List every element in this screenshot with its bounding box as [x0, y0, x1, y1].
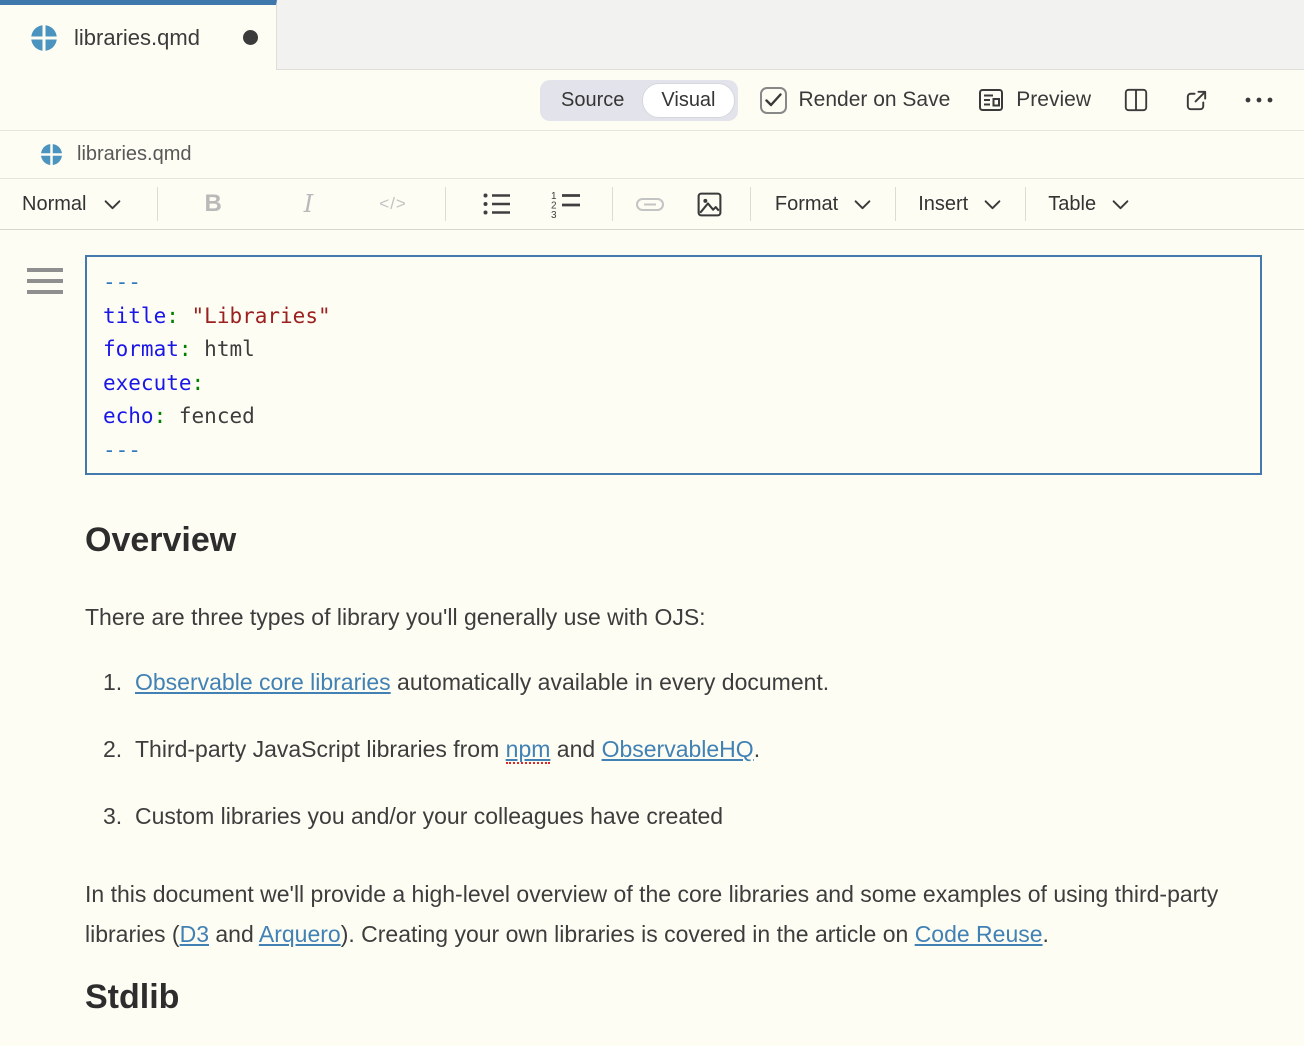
chevron-down-icon — [984, 199, 1001, 210]
insert-menu[interactable]: Insert — [918, 193, 1001, 216]
chevron-down-icon — [104, 199, 121, 210]
source-toggle-button[interactable]: Source — [543, 84, 642, 117]
yaml-line: --- — [103, 266, 1244, 300]
formatting-toolbar: Normal B I </> 1 2 3 — [0, 179, 1304, 230]
list-item: 1.Observable core libraries automaticall… — [85, 668, 1262, 696]
list-item: 2.Third-party JavaScript libraries from … — [85, 735, 1262, 763]
list-number: 1. — [103, 668, 135, 696]
toolbar-divider — [895, 187, 896, 221]
render-on-save-label: Render on Save — [799, 88, 951, 112]
tab-bar: libraries.qmd — [0, 0, 1304, 70]
table-menu[interactable]: Table — [1048, 193, 1129, 216]
toolbar-divider — [157, 187, 158, 221]
doc-link[interactable]: ObservableHQ — [602, 736, 754, 762]
more-ellipsis-icon — [1244, 96, 1274, 104]
preview-icon — [976, 86, 1006, 114]
insert-menu-label: Insert — [918, 193, 968, 216]
ordered-list-button[interactable]: 1 2 3 — [550, 190, 582, 218]
chevron-down-icon — [854, 199, 871, 210]
yaml-line: format: html — [103, 333, 1244, 367]
doc-link[interactable]: D3 — [180, 921, 209, 947]
drag-handle-icon[interactable] — [27, 268, 63, 301]
breadcrumb: libraries.qmd — [0, 131, 1304, 179]
toolbar-divider — [1025, 187, 1026, 221]
source-visual-toggle: Source Visual — [540, 80, 738, 121]
ordered-list-icon: 1 2 3 — [550, 190, 582, 218]
italic-button[interactable]: I — [304, 190, 313, 218]
open-external-button[interactable] — [1183, 87, 1210, 114]
link-icon — [635, 190, 665, 218]
more-options-button[interactable] — [1244, 96, 1274, 104]
format-menu-label: Format — [775, 193, 838, 216]
paragraph-style-dropdown[interactable]: Normal — [22, 193, 121, 216]
code-button[interactable]: </> — [379, 194, 407, 214]
doc-ordered-list: 1.Observable core libraries automaticall… — [85, 668, 1262, 830]
list-item-text: Observable core libraries automatically … — [135, 668, 829, 696]
tab-bar-empty-area — [277, 0, 1304, 70]
list-number: 2. — [103, 735, 135, 763]
split-pane-button[interactable] — [1123, 87, 1149, 113]
quarto-icon — [30, 24, 58, 52]
doc-link[interactable]: Code Reuse — [915, 921, 1043, 947]
list-number: 3. — [103, 802, 135, 830]
preview-label: Preview — [1016, 88, 1091, 112]
yaml-line: echo: fenced — [103, 400, 1244, 434]
tab-title: libraries.qmd — [74, 25, 227, 51]
image-icon — [695, 190, 724, 219]
toolbar-divider — [612, 187, 613, 221]
render-on-save-checkbox[interactable] — [760, 87, 787, 114]
toolbar-divider — [445, 187, 446, 221]
editor-toolbar: Source Visual Render on Save Preview — [0, 70, 1304, 131]
list-item: 3.Custom libraries you and/or your colle… — [85, 802, 1262, 830]
yaml-line: execute: — [103, 367, 1244, 401]
closing-paragraph: In this document we'll provide a high-le… — [85, 874, 1235, 954]
external-link-icon — [1183, 87, 1210, 114]
chevron-down-icon — [1112, 199, 1129, 210]
checkbox-check-icon — [765, 93, 782, 107]
modified-dot — [243, 30, 258, 45]
preview-button[interactable]: Preview — [976, 86, 1091, 114]
yaml-metadata-block[interactable]: ---title: "Libraries"format: htmlexecute… — [85, 255, 1262, 475]
paragraph-style-value: Normal — [22, 193, 86, 216]
image-button[interactable] — [695, 190, 724, 219]
doc-link[interactable]: Observable core libraries — [135, 669, 391, 695]
file-tab[interactable]: libraries.qmd — [0, 0, 277, 70]
yaml-line: --- — [103, 434, 1244, 468]
bullet-list-button[interactable] — [482, 191, 512, 217]
list-item-text: Custom libraries you and/or your colleag… — [135, 802, 723, 830]
link-button[interactable] — [635, 190, 665, 218]
toolbar-divider — [750, 187, 751, 221]
quarto-icon — [40, 143, 63, 166]
svg-text:3: 3 — [551, 210, 557, 218]
split-pane-icon — [1123, 87, 1149, 113]
breadcrumb-file-name[interactable]: libraries.qmd — [77, 143, 191, 166]
yaml-line: title: "Libraries" — [103, 300, 1244, 334]
list-item-text: Third-party JavaScript libraries from np… — [135, 735, 760, 763]
bullet-list-icon — [482, 191, 512, 217]
intro-paragraph: There are three types of library you'll … — [85, 603, 1262, 631]
visual-toggle-button[interactable]: Visual — [642, 83, 734, 118]
heading-stdlib: Stdlib — [85, 978, 1262, 1017]
heading-overview: Overview — [85, 521, 1262, 560]
doc-link[interactable]: npm — [506, 736, 551, 764]
format-menu[interactable]: Format — [775, 193, 871, 216]
bold-button[interactable]: B — [204, 190, 221, 218]
table-menu-label: Table — [1048, 193, 1096, 216]
doc-link[interactable]: Arquero — [259, 921, 341, 947]
document-editor[interactable]: ---title: "Libraries"format: htmlexecute… — [0, 230, 1304, 1017]
